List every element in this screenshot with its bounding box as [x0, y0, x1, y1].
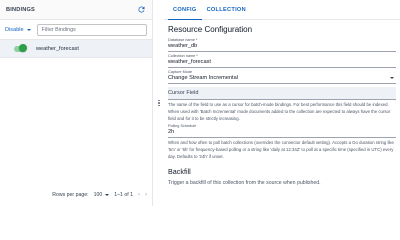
- rows-per-page-value: 100: [93, 192, 103, 198]
- chevron-down-icon: [105, 194, 110, 196]
- disable-button-label: Disable: [5, 26, 24, 33]
- bindings-panel: BINDINGS Disable weather_forecast Rows p…: [0, 0, 153, 206]
- filter-bindings-input[interactable]: [36, 23, 147, 36]
- database-name-value: weather_db: [168, 43, 198, 49]
- chevron-down-icon: [390, 77, 394, 79]
- config-content: Resource Configuration Database name * w…: [164, 20, 400, 186]
- capture-mode-label: Capture Mode: [168, 70, 193, 74]
- binding-enabled-toggle[interactable]: [14, 44, 27, 52]
- rows-per-page-select[interactable]: 100: [94, 192, 110, 198]
- backfill-title: Backfill: [168, 166, 191, 176]
- refresh-icon[interactable]: [136, 5, 146, 15]
- section-title: Resource Configuration: [168, 25, 253, 34]
- capture-mode-row: Change Stream Incremental: [168, 75, 396, 81]
- collection-name-label: Collection name *: [168, 54, 198, 58]
- previous-page-icon[interactable]: ‹: [138, 192, 140, 198]
- bindings-header: BINDINGS: [0, 0, 152, 20]
- polling-schedule-help: When and how often to poll batch collect…: [168, 140, 394, 159]
- rows-per-page-label: Rows per page:: [52, 192, 89, 198]
- details-panel: CONFIG COLLECTION Resource Configuration…: [164, 0, 400, 206]
- binding-row[interactable]: weather_forecast: [0, 40, 152, 58]
- cursor-field-input[interactable]: Cursor Field: [168, 87, 396, 100]
- bindings-toolbar: Disable: [0, 20, 152, 40]
- details-tabs: CONFIG COLLECTION: [164, 0, 400, 20]
- next-page-icon[interactable]: ›: [145, 192, 147, 198]
- polling-schedule-label: Polling Schedule: [168, 124, 197, 129]
- cursor-field-help: The name of the field to use as a cursor…: [168, 102, 391, 121]
- bindings-title: BINDINGS: [6, 6, 35, 13]
- capture-mode-value: Change Stream Incremental: [168, 75, 238, 81]
- drag-handle-icon: [158, 99, 160, 107]
- disable-button[interactable]: Disable: [5, 27, 31, 33]
- polling-schedule-value: 2h: [168, 129, 175, 136]
- cursor-field-label: Cursor Field: [168, 90, 396, 100]
- binding-name: weather_forecast: [36, 45, 79, 52]
- database-name-label: Database name *: [168, 38, 198, 42]
- pagination: Rows per page: 100 1–1 of 1 ‹ ›: [0, 192, 153, 198]
- panel-resize-handle[interactable]: [154, 0, 164, 206]
- tab-collection[interactable]: COLLECTION: [202, 7, 251, 19]
- toggle-knob: [19, 44, 27, 52]
- collection-name-value: weather_forecast: [168, 59, 211, 65]
- page-range: 1–1 of 1: [114, 192, 133, 198]
- collection-name-field[interactable]: Collection name * weather_forecast: [168, 54, 396, 68]
- tab-config[interactable]: CONFIG: [168, 7, 202, 20]
- backfill-help: Trigger a backfill of this collection fr…: [168, 179, 321, 186]
- polling-schedule-field[interactable]: Polling Schedule 2h: [168, 124, 396, 139]
- database-name-field[interactable]: Database name * weather_db: [168, 38, 396, 52]
- capture-mode-select[interactable]: Capture Mode Change Stream Incremental: [168, 70, 396, 84]
- chevron-down-icon: [26, 28, 31, 31]
